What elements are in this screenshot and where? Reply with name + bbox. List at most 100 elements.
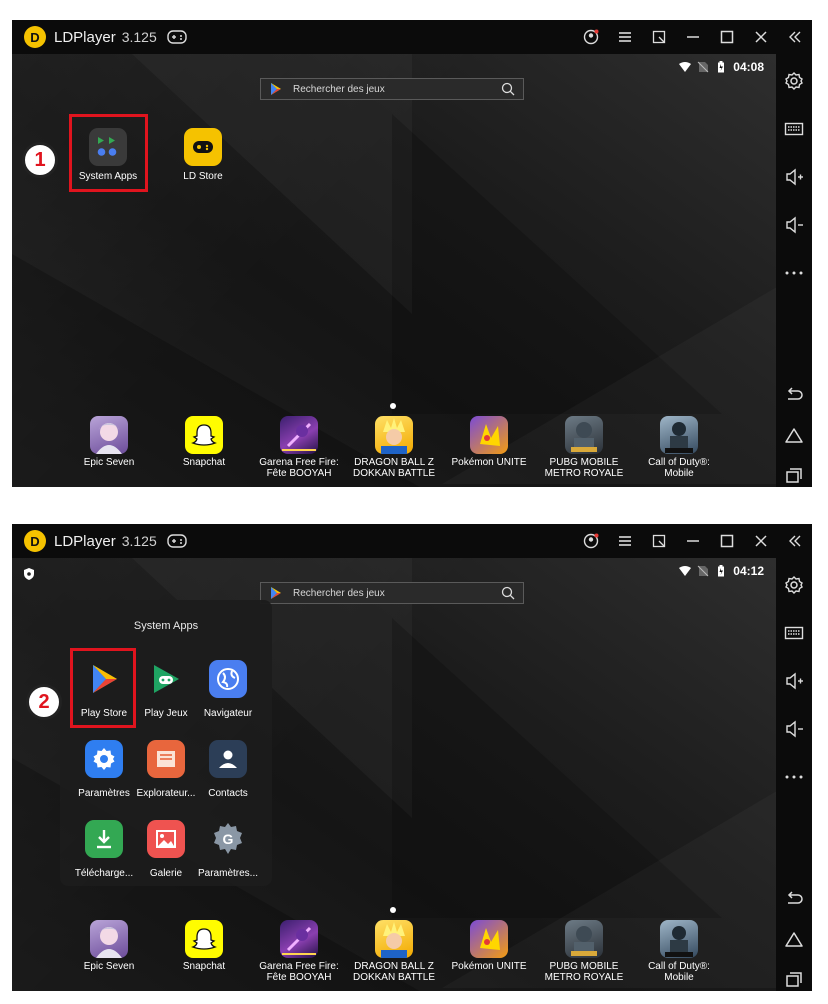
back-icon[interactable] (776, 380, 812, 410)
settings-icon[interactable] (776, 570, 812, 600)
screenshot-icon[interactable] (642, 524, 676, 558)
wifi-icon (679, 62, 692, 72)
minimize-icon[interactable] (676, 524, 710, 558)
minimize-icon[interactable] (676, 20, 710, 54)
dock-label: Call of Duty®: Mobile (648, 961, 710, 983)
dock-label: Garena Free Fire: Fête BOOYAH (259, 961, 339, 983)
contacts-icon (209, 740, 247, 778)
status-bar: 04:08 (679, 60, 764, 74)
maximize-icon[interactable] (710, 524, 744, 558)
clock: 04:12 (733, 564, 764, 578)
dock-label: Snapchat (182, 457, 226, 468)
app-label: Contacts (208, 788, 248, 799)
app-label: Play Jeux (144, 708, 188, 719)
search-bar[interactable]: Rechercher des jeux (260, 582, 524, 604)
emulator-window-step-1: D LDPlayer 3.125 04:08 Rechercher des je… (12, 20, 812, 487)
pubg-metro-royale-icon (565, 920, 603, 958)
recents-icon[interactable] (776, 460, 812, 487)
volume-down-icon[interactable] (776, 210, 812, 240)
dock-app-snapchat[interactable]: Snapchat (159, 920, 249, 972)
dock-app-free-fire[interactable]: Garena Free Fire: Fête BOOYAH (254, 416, 344, 479)
app-navigateur[interactable]: Navigateur (195, 660, 261, 719)
app-telechargements[interactable]: Télécharge... (71, 820, 137, 879)
search-bar[interactable]: Rechercher des jeux (260, 78, 524, 100)
dock-label: Epic Seven (83, 961, 135, 972)
close-icon[interactable] (744, 20, 778, 54)
home-icon[interactable] (776, 924, 812, 954)
settings-icon[interactable] (776, 66, 812, 96)
volume-up-icon[interactable] (776, 162, 812, 192)
collapse-icon[interactable] (778, 524, 812, 558)
search-input[interactable]: Rechercher des jeux (293, 588, 501, 599)
dock-app-call-of-duty[interactable]: Call of Duty®: Mobile (634, 920, 724, 983)
dock-app-pubg-metro-royale[interactable]: PUBG MOBILE METRO ROYALE (539, 416, 629, 479)
search-icon[interactable] (501, 586, 515, 600)
play-store-small-icon (271, 587, 281, 599)
app-label: Télécharge... (74, 868, 134, 879)
menu-icon[interactable] (608, 524, 642, 558)
gamepad-icon[interactable] (167, 30, 187, 44)
free-fire-icon (280, 920, 318, 958)
app-label: Paramètres (78, 788, 130, 799)
page-indicator (390, 403, 396, 409)
dock-app-call-of-duty[interactable]: Call of Duty®: Mobile (634, 416, 724, 479)
app-galerie[interactable]: Galerie (133, 820, 199, 879)
dock-app-epic-seven[interactable]: Epic Seven (64, 920, 154, 972)
download-icon (85, 820, 123, 858)
app-parametres[interactable]: Paramètres (71, 740, 137, 799)
dock-app-dokkan-battle[interactable]: DRAGON BALL Z DOKKAN BATTLE (349, 416, 439, 479)
home-icon[interactable] (776, 420, 812, 450)
keyboard-icon[interactable] (776, 114, 812, 144)
status-bar: 04:12 (679, 564, 764, 578)
app-contacts[interactable]: Contacts (195, 740, 261, 799)
volume-down-icon[interactable] (776, 714, 812, 744)
more-icon[interactable] (776, 762, 812, 792)
dock-app-snapchat[interactable]: Snapchat (159, 416, 249, 468)
account-icon[interactable] (574, 524, 608, 558)
back-icon[interactable] (776, 884, 812, 914)
dock-app-free-fire[interactable]: Garena Free Fire: Fête BOOYAH (254, 920, 344, 983)
app-play-jeux[interactable]: Play Jeux (133, 660, 199, 719)
account-icon[interactable] (574, 20, 608, 54)
no-sim-icon (697, 565, 709, 577)
dock-label: PUBG MOBILE METRO ROYALE (544, 961, 624, 983)
app-explorateur[interactable]: Explorateur... (133, 740, 199, 799)
gamepad-icon[interactable] (167, 534, 187, 548)
file-explorer-icon (147, 740, 185, 778)
search-input[interactable]: Rechercher des jeux (293, 84, 501, 95)
play-store-small-icon (271, 83, 281, 95)
more-icon[interactable] (776, 258, 812, 288)
dock-app-dokkan-battle[interactable]: DRAGON BALL Z DOKKAN BATTLE (349, 920, 439, 983)
battery-icon (718, 565, 725, 577)
close-icon[interactable] (744, 524, 778, 558)
search-icon[interactable] (501, 82, 515, 96)
dock-app-pokemon-unite[interactable]: Pokémon UNITE (444, 416, 534, 468)
battery-icon (718, 61, 725, 73)
folder-title: System Apps (133, 620, 199, 632)
dock-label: Snapchat (182, 961, 226, 972)
dock-label: Call of Duty®: Mobile (648, 457, 710, 479)
google-settings-icon: G (209, 820, 247, 858)
call-of-duty-icon (660, 920, 698, 958)
dock-label: DRAGON BALL Z DOKKAN BATTLE (352, 457, 436, 479)
ld-store-app[interactable]: LD Store (163, 128, 243, 182)
right-toolbar (776, 54, 812, 487)
volume-up-icon[interactable] (776, 666, 812, 696)
maximize-icon[interactable] (710, 20, 744, 54)
menu-icon[interactable] (608, 20, 642, 54)
dock-app-pubg-metro-royale[interactable]: PUBG MOBILE METRO ROYALE (539, 920, 629, 983)
dock-label: Garena Free Fire: Fête BOOYAH (259, 457, 339, 479)
keyboard-icon[interactable] (776, 618, 812, 648)
recents-icon[interactable] (776, 964, 812, 991)
collapse-icon[interactable] (778, 20, 812, 54)
app-google-settings[interactable]: G Paramètres... (195, 820, 261, 879)
app-label: Navigateur (203, 708, 253, 719)
screenshot-icon[interactable] (642, 20, 676, 54)
dock-label: DRAGON BALL Z DOKKAN BATTLE (352, 961, 436, 983)
dock-app-pokemon-unite[interactable]: Pokémon UNITE (444, 920, 534, 972)
clock: 04:08 (733, 60, 764, 74)
android-home-screen: 04:12 Rechercher des jeux System Apps Pl… (12, 558, 776, 991)
step-1-badge: 1 (22, 142, 58, 178)
step-2-badge: 2 (26, 684, 62, 720)
dock-app-epic-seven[interactable]: Epic Seven (64, 416, 154, 468)
